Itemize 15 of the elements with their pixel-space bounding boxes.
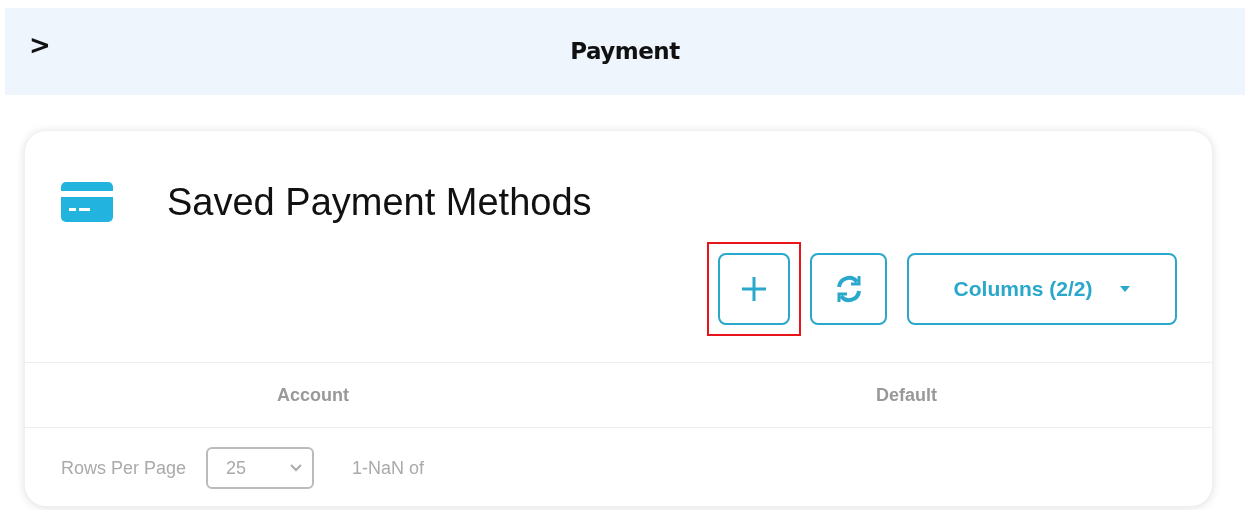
refresh-button[interactable]	[810, 253, 887, 325]
caret-icon	[1120, 286, 1131, 292]
columns-dropdown[interactable]: Columns (2/2)	[907, 253, 1177, 325]
page-title: Payment	[570, 37, 680, 67]
pagination-range: 1-NaN of	[352, 456, 425, 480]
card-title: Saved Payment Methods	[167, 179, 592, 225]
credit-card-icon	[61, 182, 113, 222]
expand-toggle[interactable]: >	[29, 32, 51, 58]
rows-per-page-select[interactable]: 25	[206, 447, 315, 489]
column-header[interactable]: Account	[277, 384, 349, 405]
chevron-down-icon	[290, 464, 303, 472]
column-header[interactable]: Default	[876, 384, 937, 405]
rows-per-page-label: Rows Per Page	[61, 456, 187, 480]
add-button[interactable]	[718, 253, 790, 325]
plus-icon	[739, 274, 769, 304]
